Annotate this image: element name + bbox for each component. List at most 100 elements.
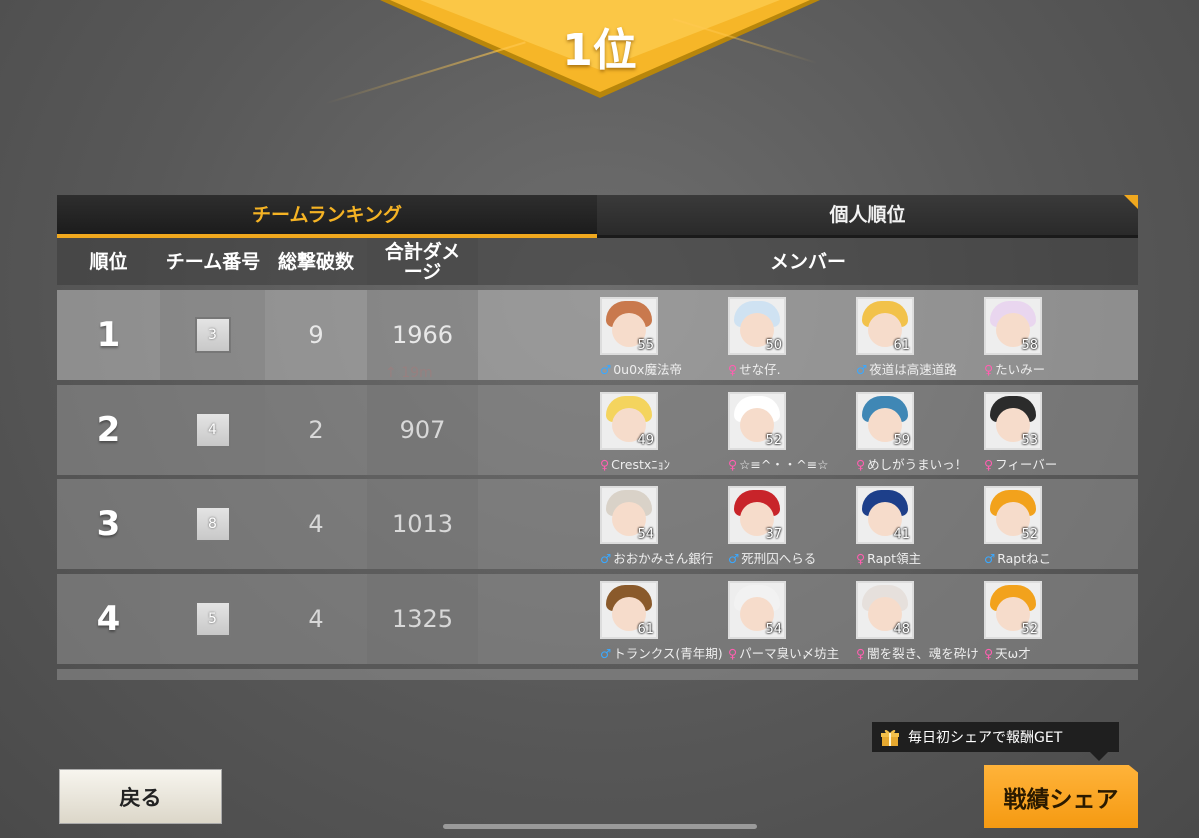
team-number-badge: 5 <box>194 601 231 637</box>
member-avatar[interactable]: 61 <box>600 581 658 639</box>
member-card[interactable]: 52 ♀ ☆≡^・・^≡☆ <box>728 392 858 472</box>
member-level: 37 <box>765 527 782 542</box>
header-damage-line1: 合計ダメ <box>384 240 461 263</box>
member-card[interactable]: 61 ♂ トランクス(青年期) <box>600 581 730 661</box>
member-name: 天ω才 <box>995 646 1031 661</box>
member-card[interactable]: 54 ♂ おおかみさん銀行 <box>600 486 730 566</box>
member-level: 58 <box>1021 338 1038 353</box>
member-name: トランクス(青年期) <box>613 646 723 661</box>
member-name-line: ♀ 闇を裂き、魂を砕け <box>856 643 979 662</box>
team-number-badge: 3 <box>194 317 231 353</box>
member-level: 49 <box>637 433 654 448</box>
member-card[interactable]: 59 ♀ めしがうまいっ！ <box>856 392 986 472</box>
member-avatar[interactable]: 54 <box>728 581 786 639</box>
member-avatar[interactable]: 37 <box>728 486 786 544</box>
member-name: 闇を裂き、魂を砕け <box>867 646 979 661</box>
table-row: 4 5 4 1325 61 ♂ トランクス(青年期) 54 ♀ パーマ臭い〆坊主 48 ♀ 闇を裂き、魂… <box>57 574 1138 664</box>
row-damage: 1325 <box>367 574 478 664</box>
member-card[interactable]: 58 ♀ たいみー <box>984 297 1114 377</box>
member-card[interactable]: 54 ♀ パーマ臭い〆坊主 <box>728 581 858 661</box>
tab-bar: チームランキング 個人順位 <box>57 195 1138 238</box>
member-card[interactable]: 48 ♀ 闇を裂き、魂を砕け <box>856 581 986 661</box>
member-card[interactable]: 53 ♀ フィーバー <box>984 392 1114 472</box>
member-name-line: ♀ めしがうまいっ！ <box>856 454 967 473</box>
row-damage: 907 <box>367 385 478 475</box>
row-team-number: 3 <box>160 290 265 380</box>
member-name-line: ♀ たいみー <box>984 359 1045 378</box>
member-avatar[interactable]: 52 <box>728 392 786 450</box>
share-reward-text: 毎日初シェアで報酬GET <box>908 730 1063 746</box>
gender-icon: ♀ <box>856 551 866 566</box>
member-avatar[interactable]: 52 <box>984 486 1042 544</box>
gender-icon: ♀ <box>984 646 994 661</box>
member-card[interactable]: 55 ♂ 0u0x魔法帝 <box>600 297 730 377</box>
member-name: フィーバー <box>995 457 1058 472</box>
member-avatar[interactable]: 54 <box>600 486 658 544</box>
gift-icon <box>881 729 899 746</box>
member-name: 夜道は高速道路 <box>869 362 957 377</box>
table-row: 3 8 4 1013 54 ♂ おおかみさん銀行 37 ♂ 死刑囚へらる 41 ♀ Rapt領主 52 ♂ R… <box>57 479 1138 569</box>
member-avatar[interactable]: 61 <box>856 297 914 355</box>
member-name: せな仔. <box>739 362 781 377</box>
member-avatar[interactable]: 58 <box>984 297 1042 355</box>
row-rank: 2 <box>96 410 121 450</box>
member-card[interactable]: 41 ♀ Rapt領主 <box>856 486 986 566</box>
member-level: 52 <box>1021 527 1038 542</box>
member-card[interactable]: 52 ♂ Raptねこ <box>984 486 1114 566</box>
member-name: たいみー <box>995 362 1046 377</box>
member-avatar[interactable]: 53 <box>984 392 1042 450</box>
share-results-button[interactable]: 戦績シェア <box>984 765 1138 828</box>
gender-icon: ♀ <box>856 646 866 661</box>
member-name-line: ♂ トランクス(青年期) <box>600 643 723 662</box>
member-avatar[interactable]: 50 <box>728 297 786 355</box>
member-name: おおかみさん銀行 <box>613 551 714 566</box>
member-card[interactable]: 52 ♀ 天ω才 <box>984 581 1114 661</box>
row-kills: 4 <box>308 605 324 633</box>
member-level: 41 <box>893 527 910 542</box>
member-level: 50 <box>765 338 782 353</box>
header-damage-line2: ージ <box>403 260 442 283</box>
home-indicator[interactable] <box>443 824 757 829</box>
team-number-badge: 8 <box>194 506 231 542</box>
member-card[interactable]: 37 ♂ 死刑囚へらる <box>728 486 858 566</box>
tab-team-ranking[interactable]: チームランキング <box>57 195 597 238</box>
header-rank: 順位 <box>89 250 128 273</box>
row-kills: 9 <box>308 321 324 349</box>
gender-icon: ♂ <box>984 551 996 566</box>
member-name: パーマ臭い〆坊主 <box>739 646 840 661</box>
floating-damage-text: ↑ 19m <box>385 365 433 381</box>
member-level: 53 <box>1021 433 1038 448</box>
header-damage: 合計ダメ ージ <box>367 238 478 285</box>
member-avatar[interactable]: 55 <box>600 297 658 355</box>
member-card[interactable]: 61 ♂ 夜道は高速道路 <box>856 297 986 377</box>
member-avatar[interactable]: 48 <box>856 581 914 639</box>
member-card[interactable]: 49 ♀ Crestxﾆｮﾝ <box>600 392 730 472</box>
member-name-line: ♀ 天ω才 <box>984 643 1031 662</box>
gender-icon: ♂ <box>600 551 612 566</box>
member-avatar[interactable]: 41 <box>856 486 914 544</box>
row-rank: 1 <box>96 315 121 355</box>
member-name-line: ♀ パーマ臭い〆坊主 <box>728 643 839 662</box>
member-card[interactable]: 50 ♀ せな仔. <box>728 297 858 377</box>
tab-personal-ranking[interactable]: 個人順位 <box>597 195 1138 238</box>
member-avatar[interactable]: 52 <box>984 581 1042 639</box>
table-row: 1 3 9 1966 55 ♂ 0u0x魔法帝 50 ♀ せな仔. 61 ♂ 夜道は高速道路 58 ♀ たいみ… <box>57 290 1138 380</box>
back-button[interactable]: 戻る <box>59 769 222 824</box>
row-rank: 4 <box>96 599 121 639</box>
row-team-number: 8 <box>160 479 265 569</box>
member-level: 54 <box>637 527 654 542</box>
member-name: 0u0x魔法帝 <box>613 362 682 377</box>
member-avatar[interactable]: 59 <box>856 392 914 450</box>
member-name-line: ♀ せな仔. <box>728 359 781 378</box>
member-name-line: ♀ Rapt領主 <box>856 548 921 567</box>
header-members: メンバー <box>769 250 846 273</box>
gender-icon: ♂ <box>856 362 868 377</box>
member-name: Raptねこ <box>997 551 1052 566</box>
member-avatar[interactable]: 49 <box>600 392 658 450</box>
member-name-line: ♂ 0u0x魔法帝 <box>600 359 682 378</box>
member-name: Rapt領主 <box>867 551 922 566</box>
member-level: 59 <box>893 433 910 448</box>
member-name-line: ♀ Crestxﾆｮﾝ <box>600 454 670 473</box>
gender-icon: ♀ <box>856 457 866 472</box>
rank-title: 1位 <box>562 25 637 76</box>
